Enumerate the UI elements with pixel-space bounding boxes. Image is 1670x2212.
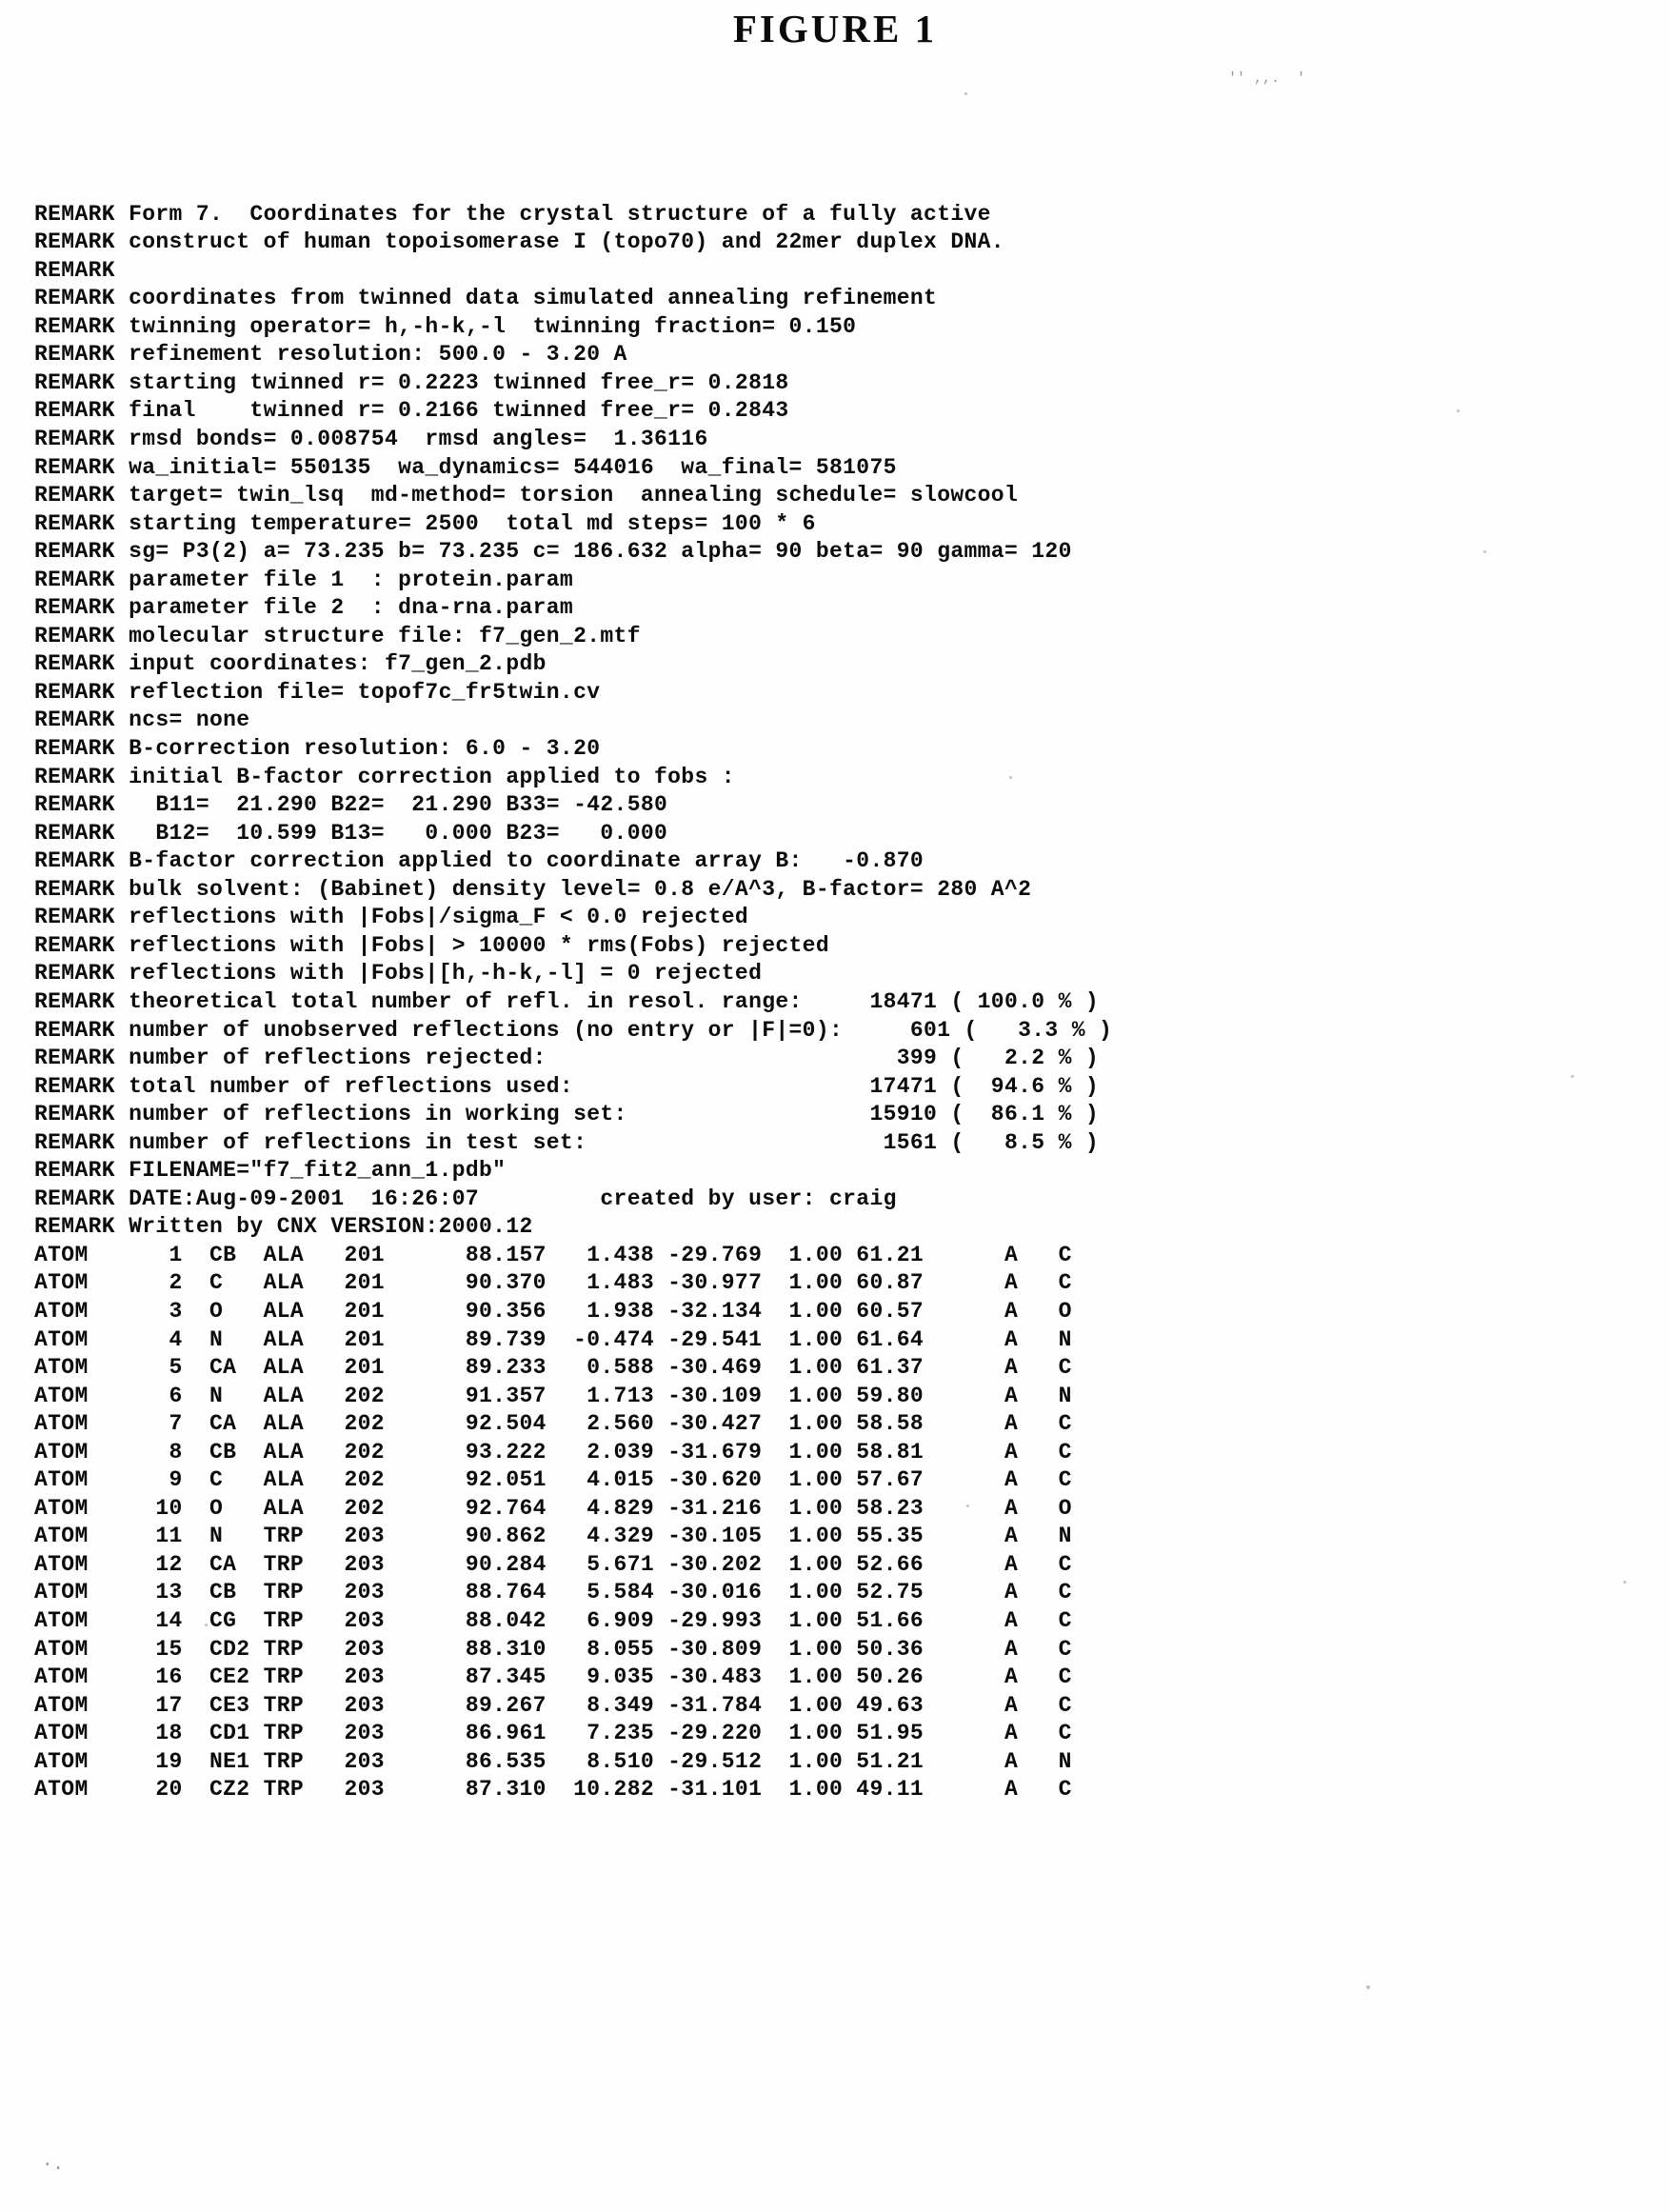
atom-record-line: ATOM 7 CA ALA 202 92.504 2.560 -30.427 1… xyxy=(34,1411,1072,1437)
remark-line: REMARK B12= 10.599 B13= 0.000 B23= 0.000 xyxy=(34,820,668,846)
document-page: FIGURE 1 REMARK Form 7. Coordinates for … xyxy=(0,0,1670,2212)
atom-record-line: ATOM 4 N ALA 201 89.739 -0.474 -29.541 1… xyxy=(34,1326,1072,1352)
remark-line: REMARK parameter file 2 : dna-rna.param xyxy=(34,595,574,621)
atom-record-line: ATOM 18 CD1 TRP 203 86.961 7.235 -29.220… xyxy=(34,1721,1072,1746)
remark-line: REMARK initial B-factor correction appli… xyxy=(34,764,735,789)
atom-record-line: ATOM 1 CB ALA 201 88.157 1.438 -29.769 1… xyxy=(34,1242,1072,1267)
remark-line: REMARK xyxy=(34,257,115,283)
scan-artifact: '' ,,. ' xyxy=(1228,70,1306,87)
remark-line: REMARK sg= P3(2) a= 73.235 b= 73.235 c= … xyxy=(34,539,1072,565)
remark-line: REMARK number of reflections rejected: 3… xyxy=(34,1046,1100,1071)
atom-record-line: ATOM 11 N TRP 203 90.862 4.329 -30.105 1… xyxy=(34,1524,1072,1549)
remark-line: REMARK parameter file 1 : protein.param xyxy=(34,567,574,592)
scan-artifact: ·. xyxy=(42,2154,64,2175)
remark-line: REMARK B11= 21.290 B22= 21.290 B33= -42.… xyxy=(34,792,668,818)
pdb-listing: REMARK Form 7. Coordinates for the cryst… xyxy=(34,116,1653,1804)
atom-record-line: ATOM 17 CE3 TRP 203 89.267 8.349 -31.784… xyxy=(34,1692,1072,1718)
remark-line: REMARK B-factor correction applied to co… xyxy=(34,848,924,874)
atom-record-line: ATOM 9 C ALA 202 92.051 4.015 -30.620 1.… xyxy=(34,1467,1072,1493)
remark-line: REMARK ncs= none xyxy=(34,707,250,733)
atom-record-line: ATOM 14 CG TRP 203 88.042 6.909 -29.993 … xyxy=(34,1607,1072,1633)
atom-record-line: ATOM 6 N ALA 202 91.357 1.713 -30.109 1.… xyxy=(34,1383,1072,1408)
atom-record-line: ATOM 5 CA ALA 201 89.233 0.588 -30.469 1… xyxy=(34,1355,1072,1381)
scan-speck xyxy=(964,92,967,95)
scan-speck xyxy=(205,1624,208,1626)
remark-line: REMARK number of unobserved reflections … xyxy=(34,1017,1113,1043)
remark-line: REMARK rmsd bonds= 0.008754 rmsd angles=… xyxy=(34,427,708,452)
remark-line: REMARK reflection file= topof7c_fr5twin.… xyxy=(34,679,601,705)
remark-line: REMARK total number of reflections used:… xyxy=(34,1073,1100,1099)
atom-record-line: ATOM 13 CB TRP 203 88.764 5.584 -30.016 … xyxy=(34,1580,1072,1605)
atom-record-line: ATOM 8 CB ALA 202 93.222 2.039 -31.679 1… xyxy=(34,1439,1072,1465)
atom-record-line: ATOM 20 CZ2 TRP 203 87.310 10.282 -31.10… xyxy=(34,1777,1072,1803)
remark-line: REMARK Written by CNX VERSION:2000.12 xyxy=(34,1214,533,1240)
remark-line: REMARK refinement resolution: 500.0 - 3.… xyxy=(34,342,627,368)
atom-record-line: ATOM 10 O ALA 202 92.764 4.829 -31.216 1… xyxy=(34,1495,1072,1521)
remark-line: REMARK reflections with |Fobs|[h,-h-k,-l… xyxy=(34,961,763,986)
remark-line: REMARK final twinned r= 0.2166 twinned f… xyxy=(34,398,789,424)
remark-line: REMARK starting temperature= 2500 total … xyxy=(34,510,816,536)
remark-line: REMARK FILENAME="f7_fit2_ann_1.pdb" xyxy=(34,1158,507,1184)
scan-speck xyxy=(609,1202,612,1205)
scan-speck xyxy=(966,1505,969,1507)
remark-line: REMARK number of reflections in working … xyxy=(34,1102,1100,1127)
scan-speck xyxy=(1009,776,1012,779)
atom-record-line: ATOM 2 C ALA 201 90.370 1.483 -30.977 1.… xyxy=(34,1270,1072,1296)
remark-line: REMARK bulk solvent: (Babinet) density l… xyxy=(34,876,1032,902)
atom-record-line: ATOM 12 CA TRP 203 90.284 5.671 -30.202 … xyxy=(34,1551,1072,1577)
atom-record-line: ATOM 15 CD2 TRP 203 88.310 8.055 -30.809… xyxy=(34,1636,1072,1662)
remark-line: REMARK DATE:Aug-09-2001 16:26:07 created… xyxy=(34,1186,897,1211)
remark-line: REMARK molecular structure file: f7_gen_… xyxy=(34,623,641,648)
scan-speck xyxy=(1366,1985,1370,1989)
remark-line: REMARK number of reflections in test set… xyxy=(34,1129,1100,1155)
remark-line: REMARK starting twinned r= 0.2223 twinne… xyxy=(34,369,789,395)
remark-line: REMARK construct of human topoisomerase … xyxy=(34,229,1004,255)
remark-line: REMARK theoretical total number of refl.… xyxy=(34,988,1100,1014)
remark-line: REMARK target= twin_lsq md-method= torsi… xyxy=(34,483,1019,508)
remark-line: REMARK reflections with |Fobs|/sigma_F <… xyxy=(34,905,749,930)
page-title: FIGURE 1 xyxy=(732,7,938,50)
atom-record-line: ATOM 19 NE1 TRP 203 86.535 8.510 -29.512… xyxy=(34,1748,1072,1774)
remark-line: REMARK Form 7. Coordinates for the cryst… xyxy=(34,201,991,227)
remark-line: REMARK B-correction resolution: 6.0 - 3.… xyxy=(34,736,601,762)
scan-speck xyxy=(1483,550,1486,553)
remark-line: REMARK wa_initial= 550135 wa_dynamics= 5… xyxy=(34,454,897,480)
scan-speck xyxy=(1571,1075,1574,1078)
scan-speck xyxy=(1623,1581,1626,1584)
remark-line: REMARK twinning operator= h,-h-k,-l twin… xyxy=(34,313,857,339)
remark-line: REMARK reflections with |Fobs| > 10000 *… xyxy=(34,932,829,958)
atom-record-line: ATOM 3 O ALA 201 90.356 1.938 -32.134 1.… xyxy=(34,1298,1072,1324)
atom-record-line: ATOM 16 CE2 TRP 203 87.345 9.035 -30.483… xyxy=(34,1664,1072,1690)
scan-speck xyxy=(1457,409,1460,412)
remark-line: REMARK coordinates from twinned data sim… xyxy=(34,286,938,311)
remark-line: REMARK input coordinates: f7_gen_2.pdb xyxy=(34,651,547,677)
